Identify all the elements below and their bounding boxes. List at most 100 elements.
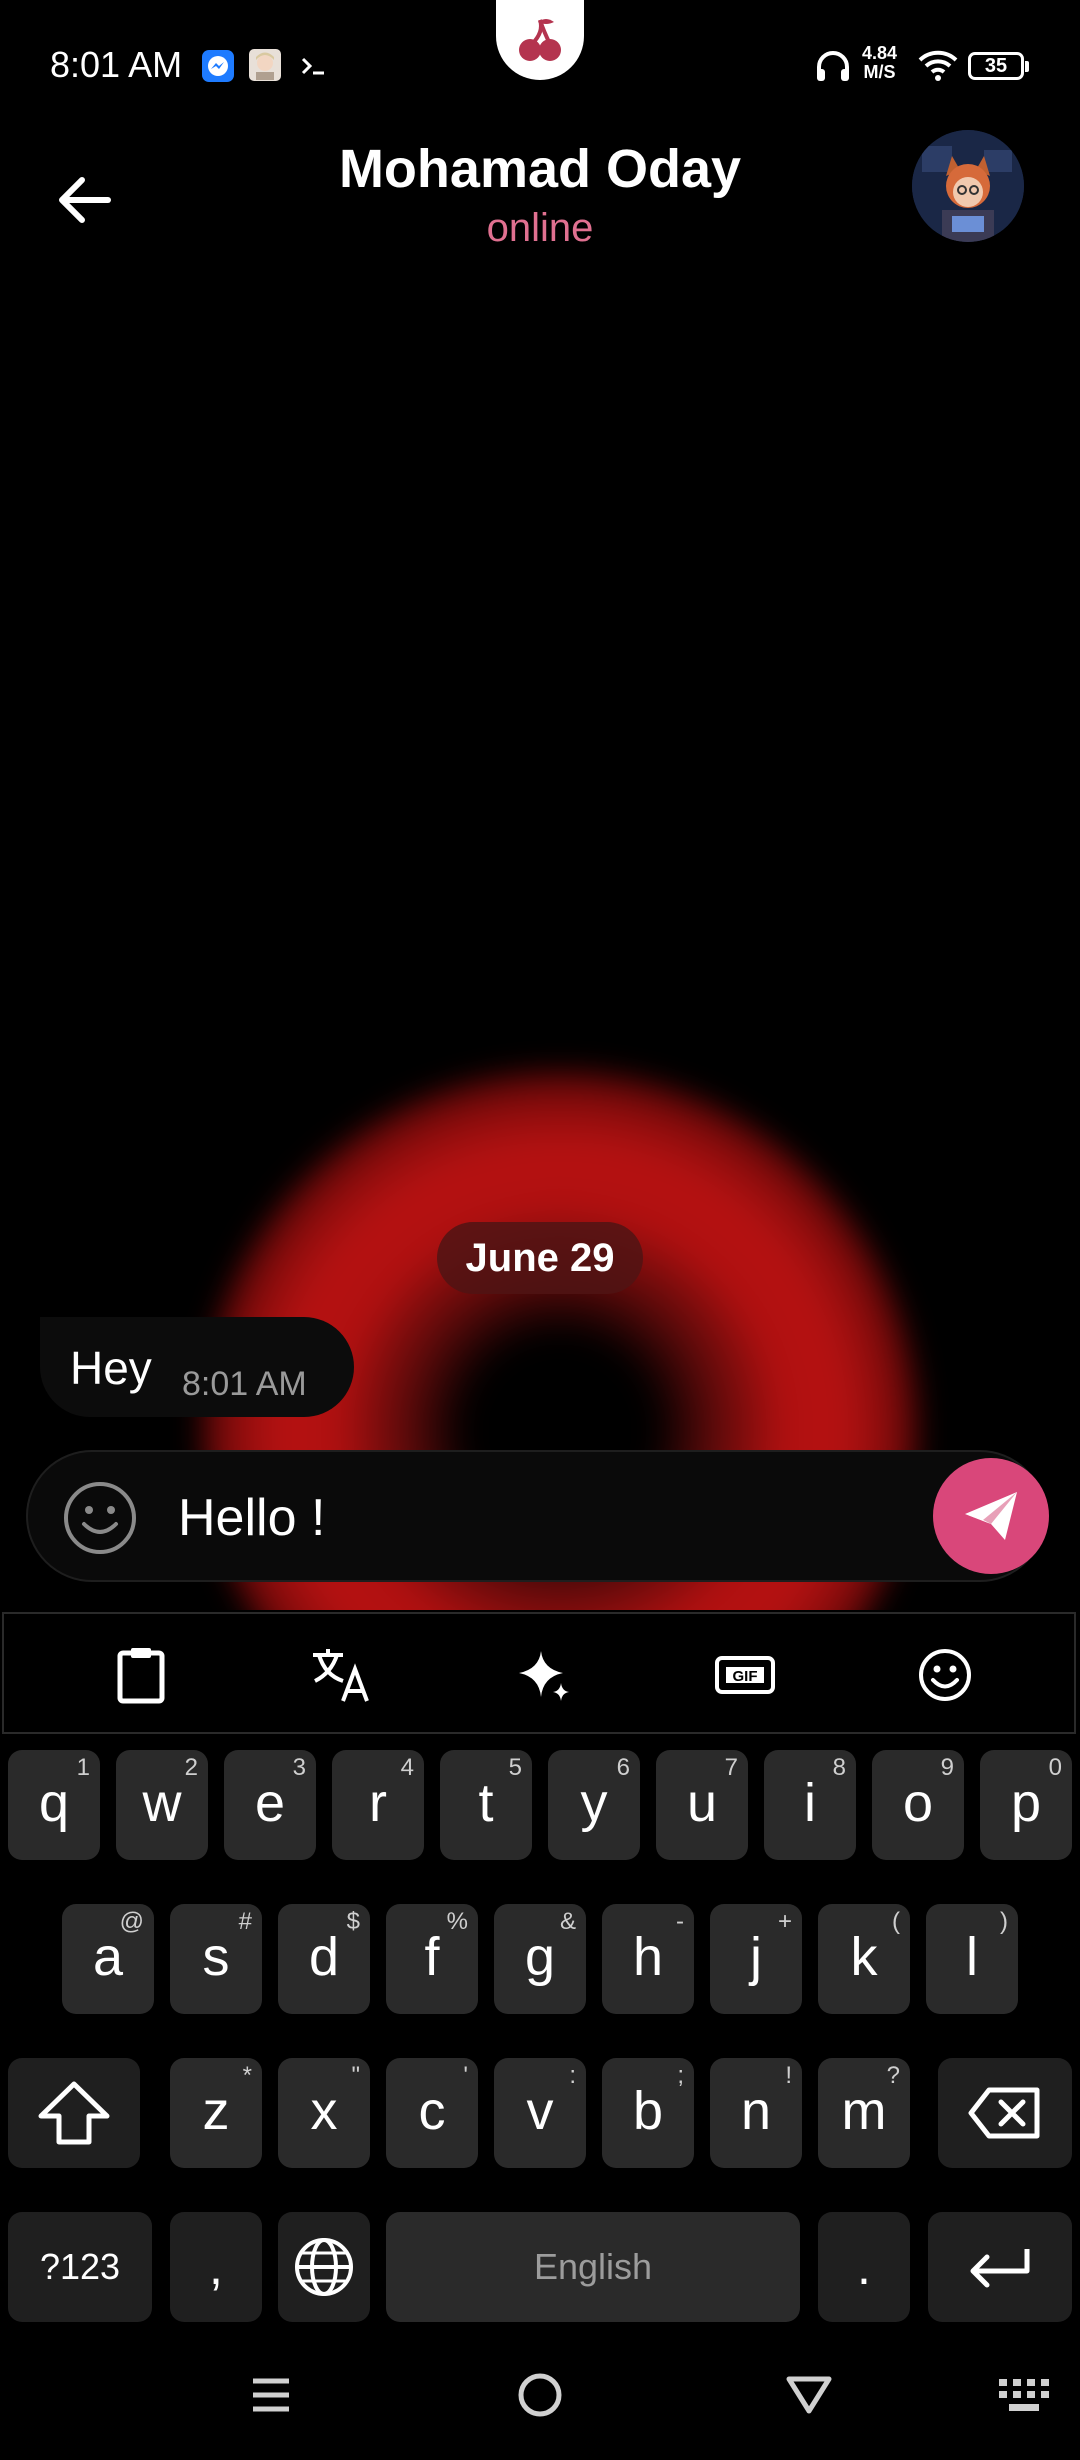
key-hint: 3 bbox=[292, 1754, 306, 1781]
gif-icon: GIF bbox=[715, 1656, 775, 1694]
key-j[interactable]: j + bbox=[710, 1904, 802, 2014]
key-hint: ) bbox=[1000, 1908, 1008, 1935]
key-u[interactable]: u7 bbox=[656, 1750, 748, 1860]
chat-area[interactable]: June 29 Hey 8:01 AM bbox=[0, 270, 1080, 1610]
message-composer bbox=[26, 1450, 1049, 1582]
key-t[interactable]: t5 bbox=[440, 1750, 532, 1860]
message-input[interactable] bbox=[178, 1476, 878, 1560]
gif-button[interactable]: GIF bbox=[710, 1640, 780, 1710]
key-g[interactable]: g & bbox=[494, 1904, 586, 2014]
home-circle-icon bbox=[518, 2373, 562, 2417]
key-s[interactable]: s # bbox=[170, 1904, 262, 2014]
key-hint: 1 bbox=[76, 1754, 90, 1781]
keyboard-icon bbox=[999, 2379, 1049, 2411]
key-d[interactable]: d $ bbox=[278, 1904, 370, 2014]
emoji-button[interactable] bbox=[62, 1480, 138, 1556]
shift-icon bbox=[38, 2081, 110, 2145]
smiley-icon bbox=[64, 1482, 136, 1554]
menu-button[interactable] bbox=[236, 2360, 306, 2430]
back-nav-button[interactable] bbox=[774, 2360, 844, 2430]
chat-header: Mohamad Oday online bbox=[0, 130, 1080, 270]
send-icon bbox=[965, 1492, 1017, 1540]
comma-key[interactable]: , bbox=[170, 2212, 262, 2322]
send-button[interactable] bbox=[933, 1458, 1049, 1574]
network-speed: 4.84 M/S bbox=[862, 44, 897, 82]
key-hint: 4 bbox=[400, 1754, 414, 1781]
key-q[interactable]: q1 bbox=[8, 1750, 100, 1860]
net-speed-value: 4.84 bbox=[862, 43, 898, 63]
enter-key[interactable] bbox=[928, 2212, 1072, 2322]
sparkle-icon bbox=[519, 1651, 569, 1701]
key-v[interactable]: v: bbox=[494, 2058, 586, 2168]
key-hint: 8 bbox=[832, 1754, 846, 1781]
key-l[interactable]: l) bbox=[926, 1904, 1018, 2014]
sparkle-button[interactable] bbox=[508, 1640, 578, 1710]
key-h[interactable]: h- bbox=[602, 1904, 694, 2014]
key-a[interactable]: a @ bbox=[62, 1904, 154, 2014]
key-w[interactable]: w2 bbox=[116, 1750, 208, 1860]
key-m[interactable]: m? bbox=[818, 2058, 910, 2168]
language-key[interactable] bbox=[278, 2212, 370, 2322]
key-o[interactable]: o9 bbox=[872, 1750, 964, 1860]
enter-icon bbox=[970, 2249, 1030, 2288]
svg-text:GIF: GIF bbox=[733, 1668, 758, 1685]
period-label: . bbox=[857, 2239, 871, 2295]
backspace-key[interactable] bbox=[938, 2058, 1072, 2168]
key-c[interactable]: c ' bbox=[386, 2058, 478, 2168]
shift-key[interactable] bbox=[8, 2058, 140, 2168]
menu-icon bbox=[253, 2378, 289, 2412]
backspace-icon bbox=[968, 2087, 1040, 2139]
key-hint: 2 bbox=[184, 1754, 198, 1781]
space-label: English bbox=[533, 2246, 653, 2287]
space-key[interactable]: English bbox=[386, 2212, 800, 2322]
key-hint: - bbox=[676, 1908, 684, 1935]
key-hint: + bbox=[777, 1908, 792, 1935]
key-k[interactable]: k( bbox=[818, 1904, 910, 2014]
navigation-bar bbox=[0, 2330, 1080, 2460]
translate-icon bbox=[313, 1649, 369, 1702]
key-hint: ( bbox=[892, 1908, 900, 1935]
key-hint: : bbox=[569, 2062, 576, 2089]
period-key[interactable]: . bbox=[818, 2212, 910, 2322]
key-f[interactable]: f% bbox=[386, 1904, 478, 2014]
key-hint: 0 bbox=[1048, 1754, 1062, 1781]
message-bubble[interactable]: Hey 8:01 AM bbox=[40, 1317, 354, 1417]
key-y[interactable]: y6 bbox=[548, 1750, 640, 1860]
key-hint: 6 bbox=[616, 1754, 630, 1781]
clipboard-icon bbox=[117, 1648, 165, 1704]
key-i[interactable]: i8 bbox=[764, 1750, 856, 1860]
key-hint: ? bbox=[886, 2062, 900, 2089]
keyboard-switch-button[interactable] bbox=[990, 2360, 1060, 2430]
keyboard-toolbar: GIF bbox=[2, 1612, 1076, 1734]
status-bar: 8:01 AM 4.84 M/S 35 bbox=[0, 0, 1080, 130]
key-z[interactable]: z * bbox=[170, 2058, 262, 2168]
translate-button[interactable] bbox=[306, 1640, 376, 1710]
message-time: 8:01 AM bbox=[182, 1365, 307, 1403]
key-hint: @ bbox=[119, 1908, 144, 1935]
avatar[interactable] bbox=[912, 130, 1024, 242]
key-n[interactable]: n! bbox=[710, 2058, 802, 2168]
terminal-icon bbox=[300, 54, 328, 83]
cherry-icon bbox=[496, 0, 584, 80]
symbols-key[interactable]: ?123 bbox=[8, 2212, 152, 2322]
comma-label: , bbox=[209, 2239, 223, 2295]
home-button[interactable] bbox=[505, 2360, 575, 2430]
key-p[interactable]: p0 bbox=[980, 1750, 1072, 1860]
emoji-icon bbox=[919, 1649, 971, 1701]
key-hint: 9 bbox=[940, 1754, 954, 1781]
key-hint: 7 bbox=[724, 1754, 738, 1781]
key-b[interactable]: b; bbox=[602, 2058, 694, 2168]
key-r[interactable]: r4 bbox=[332, 1750, 424, 1860]
status-time: 8:01 AM bbox=[50, 44, 183, 85]
clipboard-button[interactable] bbox=[106, 1640, 176, 1710]
key-hint: ; bbox=[677, 2062, 684, 2089]
emoji-button-keyboard[interactable] bbox=[910, 1640, 980, 1710]
key-e[interactable]: e3 bbox=[224, 1750, 316, 1860]
date-chip: June 29 bbox=[437, 1222, 643, 1294]
key-hint: * bbox=[242, 2062, 252, 2089]
key-hint: " bbox=[351, 2062, 360, 2089]
battery-icon: 35 bbox=[968, 52, 1029, 80]
key-x[interactable]: x " bbox=[278, 2058, 370, 2168]
headphones-icon bbox=[814, 48, 852, 89]
key-hint: % bbox=[446, 1908, 468, 1935]
